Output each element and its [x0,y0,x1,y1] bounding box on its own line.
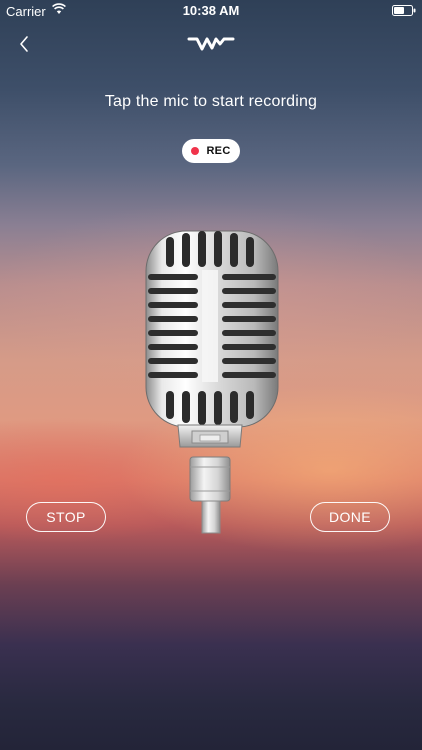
rec-dot-icon [191,147,200,155]
waveform-logo-icon [187,37,235,51]
chevron-left-icon[interactable] [16,34,32,54]
stop-button[interactable]: STOP [26,502,106,532]
rec-label: REC [206,145,231,157]
clock: 10:38 AM [182,3,240,18]
rec-badge: REC [182,139,240,163]
status-bar: Carrier 10:38 AM [0,0,422,22]
recording-prompt: Tap the mic to start recording [104,93,318,110]
done-button[interactable]: DONE [310,502,390,532]
battery-icon [392,5,416,16]
microphone-icon[interactable] [130,225,290,535]
